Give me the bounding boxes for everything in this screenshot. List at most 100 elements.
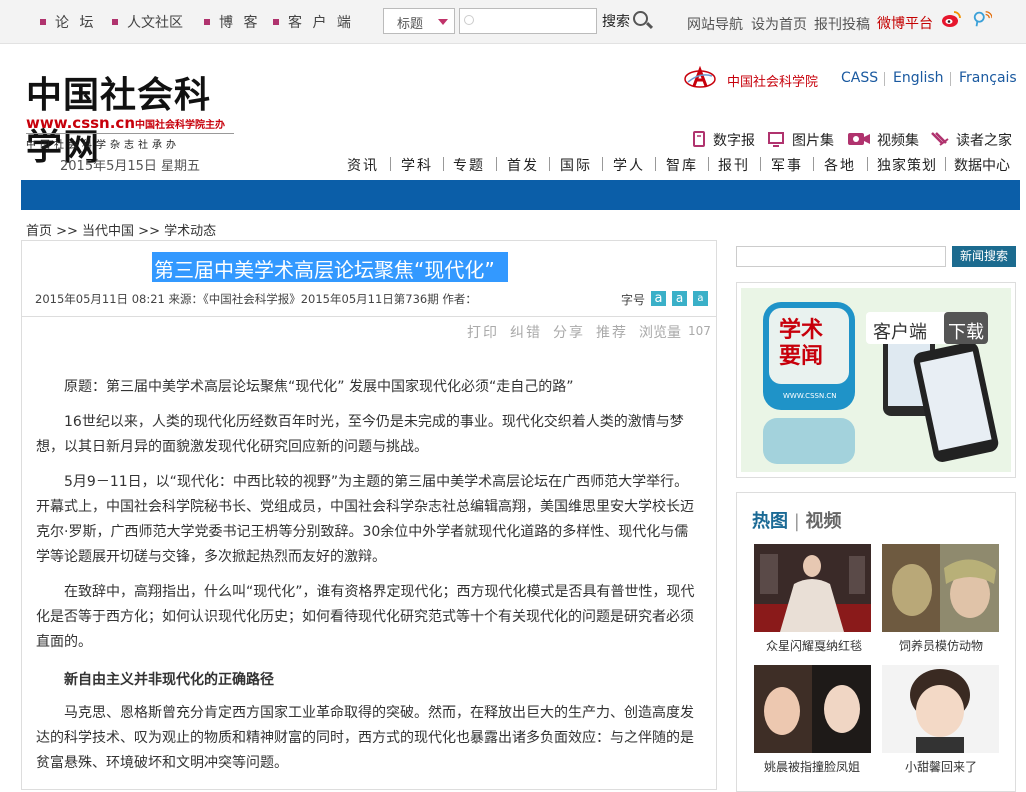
menu-item-journals[interactable]: 报刊 xyxy=(718,155,750,175)
article-paragraph: 在致辞中，高翔指出，什么叫“现代化”，谁有资格界定现代化；西方现代化模式是否具有… xyxy=(36,584,695,650)
thumb-yaochen-image xyxy=(754,665,871,753)
article-meta: 2015年05月11日 08:21 来源：《中国社会科学报》2015年05月11… xyxy=(35,292,477,306)
view-count: 107 xyxy=(688,324,711,338)
menu-separator xyxy=(390,157,391,171)
nav-link-label: 人文社区 xyxy=(127,15,183,31)
lang-french[interactable]: Français xyxy=(959,70,1017,86)
article-title: 第三届中美学术高层论坛聚焦“现代化” xyxy=(152,252,508,282)
thumb-animal-mimic[interactable] xyxy=(882,544,999,632)
lang-english[interactable]: English xyxy=(893,70,944,86)
nav-link-label: 博 客 xyxy=(219,15,261,31)
bullet-icon xyxy=(112,19,118,25)
nav-link-label: 客 户 端 xyxy=(288,15,354,31)
search-button[interactable]: 搜索 xyxy=(602,11,648,31)
banner-background xyxy=(741,288,1011,472)
view-count-label: 浏览量 xyxy=(639,325,681,341)
service-video[interactable]: 视频集 xyxy=(877,130,919,150)
logo-url: www.cssn.cn xyxy=(26,114,136,132)
menu-separator xyxy=(945,157,946,171)
menu-separator xyxy=(813,157,814,171)
thumb-caption[interactable]: 姚晨被指撞脸凤姐 xyxy=(764,758,860,775)
meta-divider xyxy=(22,316,716,317)
menu-item-news[interactable]: 资讯 xyxy=(347,155,379,175)
search-button-label: 搜索 xyxy=(602,14,630,30)
service-digital-paper[interactable]: 数字报 xyxy=(713,130,755,150)
cass-link[interactable]: 中国社会科学院 xyxy=(727,71,818,90)
bullet-icon xyxy=(273,19,279,25)
logo-slogan: 中国社会科学杂志社承办 xyxy=(26,140,180,151)
menu-item-discipline[interactable]: 学科 xyxy=(401,155,433,175)
set-homepage-link[interactable]: 设为首页 xyxy=(751,14,807,34)
menu-item-exclusive[interactable]: 独家策划 xyxy=(877,155,937,175)
font-small-button[interactable]: a xyxy=(693,291,708,306)
thumb-cannes[interactable] xyxy=(754,544,871,632)
article-paragraph: 16世纪以来，人类的现代化历经数百年时光，至今仍是未完成的事业。现代化交织着人类… xyxy=(36,414,684,455)
font-large-button[interactable]: a xyxy=(651,291,666,306)
thumb-animal-image xyxy=(882,544,999,632)
weibo-icon[interactable] xyxy=(941,10,961,28)
menu-item-first[interactable]: 首发 xyxy=(507,155,539,175)
submit-link[interactable]: 报刊投稿 xyxy=(814,14,870,34)
menu-item-thinktank[interactable]: 智库 xyxy=(666,155,698,175)
font-medium-button[interactable]: a xyxy=(672,291,687,306)
news-search-input[interactable] xyxy=(736,246,946,267)
menu-separator xyxy=(496,157,497,171)
article-paragraph: 5月9－11日，以“现代化：中西比较的视野”为主题的第三届中美学术高层论坛在广西… xyxy=(36,474,694,565)
menu-item-scholars[interactable]: 学人 xyxy=(613,155,645,175)
nav-link-blog[interactable]: 博 客 xyxy=(204,12,260,32)
lang-separator xyxy=(884,72,885,86)
service-gallery[interactable]: 图片集 xyxy=(792,130,834,150)
menu-item-international[interactable]: 国际 xyxy=(560,155,592,175)
magnifier-icon xyxy=(633,11,648,26)
hot-panel-title: 热图 | 视频 xyxy=(752,511,842,532)
current-date: 2015年5月15日 星期五 xyxy=(60,159,201,174)
search-input[interactable] xyxy=(459,8,597,34)
share-button[interactable]: 分享 xyxy=(553,322,585,342)
article-paragraph: 马克思、恩格斯曾充分肯定西方国家工业革命取得的突破。然而，在释放出巨大的生产力、… xyxy=(36,705,694,771)
site-nav-link[interactable]: 网站导航 xyxy=(687,14,743,34)
app-banner-art[interactable]: 学术要闻 WWW.CSSN.CN 客户端 下载 xyxy=(741,288,1011,472)
thumb-xiaotianxin[interactable] xyxy=(882,665,999,753)
report-error-button[interactable]: 纠错 xyxy=(510,322,542,342)
bullet-icon xyxy=(204,19,210,25)
chevron-down-icon xyxy=(438,19,448,25)
thumb-caption[interactable]: 饲养员模仿动物 xyxy=(899,637,983,654)
menu-separator xyxy=(760,157,761,171)
nav-link-forum[interactable]: 论 坛 xyxy=(40,12,96,32)
banner-download: 下载 xyxy=(948,322,984,343)
print-button[interactable]: 打印 xyxy=(467,322,499,342)
menu-separator xyxy=(602,157,603,171)
breadcrumb[interactable]: 首页 >> 当代中国 >> 学术动态 xyxy=(26,220,216,239)
recommend-button[interactable]: 推荐 xyxy=(596,322,628,342)
cass-logo-icon xyxy=(684,66,716,88)
news-search-button[interactable]: 新闻搜索 xyxy=(952,246,1016,267)
menu-separator xyxy=(549,157,550,171)
tencent-weibo-icon[interactable] xyxy=(972,10,992,28)
bullet-icon xyxy=(40,19,46,25)
lang-separator xyxy=(950,72,951,86)
menu-separator xyxy=(655,157,656,171)
menu-separator xyxy=(443,157,444,171)
article-subheading: 新自由主义并非现代化的正确路径 xyxy=(64,672,274,688)
nav-link-community[interactable]: 人文社区 xyxy=(112,12,183,32)
thumb-caption[interactable]: 小甜馨回来了 xyxy=(905,758,977,775)
lang-cass[interactable]: CASS xyxy=(841,70,878,86)
article-paragraph: 原题：第三届中美学术高层论坛聚焦“现代化” 发展中国家现代化必须“走自己的路” xyxy=(64,379,574,395)
nav-link-client[interactable]: 客 户 端 xyxy=(273,12,354,32)
thumb-caption[interactable]: 众星闪耀戛纳红毯 xyxy=(766,637,862,654)
nav-link-label: 论 坛 xyxy=(55,15,97,31)
search-field-select[interactable]: 标题 xyxy=(383,8,455,34)
tab-hot-pictures[interactable]: 热图 xyxy=(752,511,788,532)
thumb-cannes-image xyxy=(754,544,871,632)
menu-item-military[interactable]: 军事 xyxy=(771,155,803,175)
menu-item-data-center[interactable]: 数据中心 xyxy=(954,155,1010,175)
menu-item-topic[interactable]: 专题 xyxy=(453,155,485,175)
menu-item-regions[interactable]: 各地 xyxy=(824,155,856,175)
picture-icon xyxy=(768,132,784,147)
video-icon xyxy=(848,133,870,145)
site-logo[interactable]: 中国社会科学网 www.cssn.cn中国社会科学院主办 中国社会科学杂志社承办 xyxy=(26,66,236,168)
thumb-yaochen[interactable] xyxy=(754,665,871,753)
tab-videos[interactable]: 视频 xyxy=(806,511,842,532)
weibo-link[interactable]: 微博平台 xyxy=(877,13,933,33)
service-reader-home[interactable]: 读者之家 xyxy=(956,130,1012,150)
